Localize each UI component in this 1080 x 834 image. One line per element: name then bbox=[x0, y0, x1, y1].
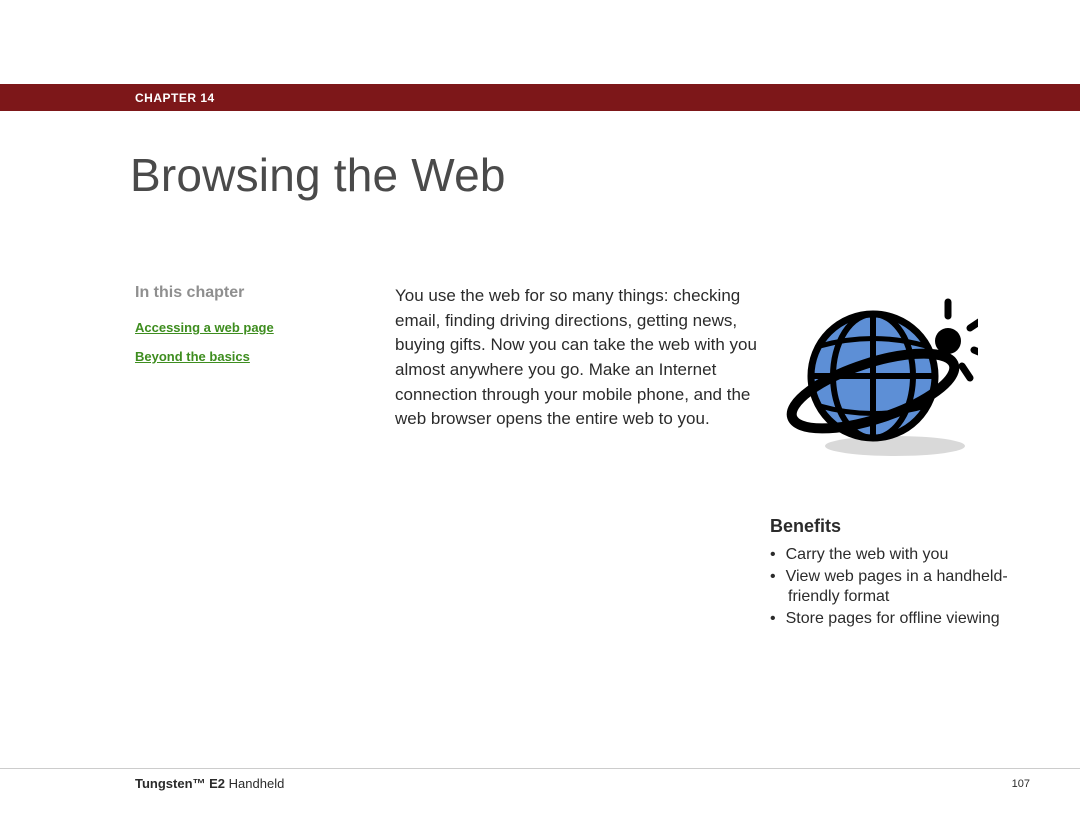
sidebar-link-accessing[interactable]: Accessing a web page bbox=[135, 320, 335, 335]
chapter-header-bar: CHAPTER 14 bbox=[0, 84, 1080, 111]
sidebar: In this chapter Accessing a web page Bey… bbox=[135, 284, 335, 378]
globe-icon bbox=[778, 286, 978, 466]
benefits-heading: Benefits bbox=[770, 516, 1050, 537]
footer-product-rest: Handheld bbox=[225, 776, 284, 791]
chapter-label: CHAPTER 14 bbox=[135, 91, 215, 105]
benefits-item: Store pages for offline viewing bbox=[770, 609, 1050, 629]
page: CHAPTER 14 Browsing the Web In this chap… bbox=[0, 0, 1080, 834]
benefits-item: Carry the web with you bbox=[770, 545, 1050, 565]
benefits-section: Benefits Carry the web with you View web… bbox=[770, 516, 1050, 631]
sidebar-link-beyond[interactable]: Beyond the basics bbox=[135, 349, 335, 364]
benefits-item: View web pages in a handheld-friendly fo… bbox=[770, 567, 1050, 607]
page-title: Browsing the Web bbox=[130, 148, 506, 202]
footer-product-bold: Tungsten™ E2 bbox=[135, 776, 225, 791]
page-footer: Tungsten™ E2 Handheld 107 bbox=[0, 768, 1080, 798]
benefits-list: Carry the web with you View web pages in… bbox=[770, 545, 1050, 629]
footer-product: Tungsten™ E2 Handheld bbox=[135, 776, 284, 791]
intro-paragraph: You use the web for so many things: chec… bbox=[395, 284, 760, 432]
page-number: 107 bbox=[1012, 778, 1030, 790]
top-margin bbox=[0, 0, 1080, 84]
sidebar-heading: In this chapter bbox=[135, 284, 335, 302]
